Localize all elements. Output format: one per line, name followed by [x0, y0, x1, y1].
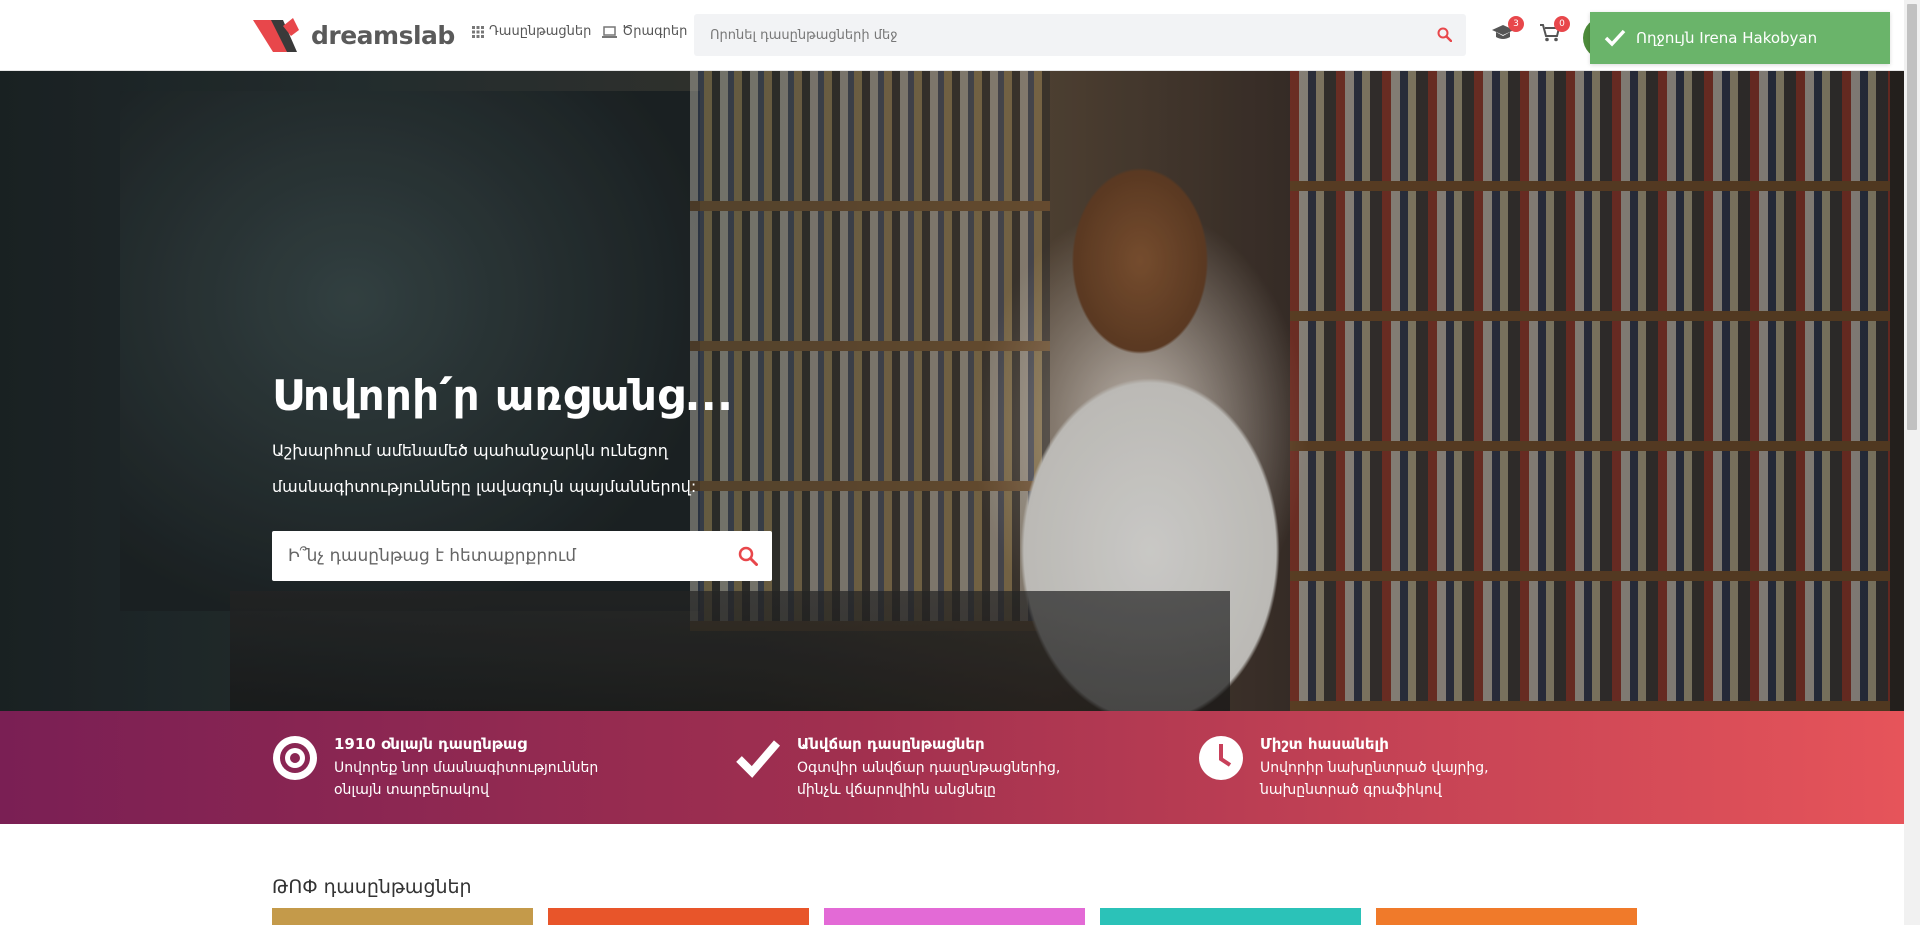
page-scrollbar[interactable] [1904, 0, 1920, 925]
logo-text: dreamslab [311, 20, 455, 50]
features-band: 1910 օնլայն դասընթաց Սովորեք նոր մասնագի… [0, 711, 1904, 824]
nav-programs[interactable]: Ծրագրեր [602, 24, 687, 39]
course-card[interactable] [824, 908, 1085, 925]
feature-title: 1910 օնլայն դասընթաց [334, 735, 527, 753]
my-courses-button[interactable]: 3 [1492, 16, 1524, 46]
my-courses-badge: 3 [1508, 16, 1524, 32]
laptop-icon [602, 25, 617, 38]
nav-programs-label: Ծրագրեր [622, 24, 688, 39]
feature-description: Սովորիր նախընտրած վայրից, նախընտրած գրաֆ… [1260, 760, 1489, 798]
course-card[interactable] [548, 908, 809, 925]
feature-description: Օգտվիր անվճար դասընթացներից, մինչև վճարո… [797, 760, 1061, 798]
checkmark-icon [736, 740, 781, 778]
grid-icon [472, 25, 484, 38]
course-card[interactable] [1100, 908, 1361, 925]
hero-section: Սովորի՛ր առցանց... Աշխարհում ամենամեծ պա… [0, 71, 1904, 711]
clock-icon [1199, 736, 1243, 780]
logo-mark-icon [253, 18, 299, 52]
hero-search-button[interactable] [738, 546, 758, 570]
feature-always-available: Միշտ հասանելի Սովորիր նախընտրած վայրից, … [1198, 735, 1560, 801]
top-courses-title: ԹՈՓ դասընթացներ [272, 876, 472, 898]
feature-title: Միշտ հասանելի [1260, 735, 1389, 753]
feature-online-courses: 1910 օնլայն դասընթաց Սովորեք նոր մասնագի… [272, 735, 634, 801]
hero-search-input[interactable] [272, 531, 712, 581]
search-icon [1437, 27, 1453, 43]
feature-description: Սովորեք նոր մասնագիտություններ օնլայն տա… [334, 760, 599, 798]
hero-title: Սովորի՛ր առցանց... [272, 371, 734, 420]
nav-courses-label: Դասընթացներ [489, 24, 592, 39]
hero-subtitle: Աշխարհում ամենամեծ պահանջարկն ունեցող մա… [272, 441, 697, 496]
feature-free-courses: Անվճար դասընթացներ Օգտվիր անվճար դասընթա… [735, 735, 1097, 801]
nav-courses[interactable]: Դասընթացներ [472, 24, 591, 39]
cart-badge: 0 [1554, 16, 1570, 32]
dreamslab-logo[interactable]: dreamslab [253, 15, 455, 55]
welcome-toast[interactable]: Ողջույն Irena Hakobyan [1590, 12, 1890, 64]
top-courses-list [272, 908, 1637, 925]
header-search [694, 14, 1466, 56]
scrollbar-thumb[interactable] [1907, 4, 1917, 430]
course-card[interactable] [272, 908, 533, 925]
checkmark-icon [1604, 29, 1626, 47]
cart-button[interactable]: 0 [1540, 16, 1570, 46]
header-search-input[interactable] [694, 14, 1394, 56]
toast-message: Ողջույն Irena Hakobyan [1636, 29, 1818, 47]
target-icon [273, 736, 317, 780]
header-search-button[interactable] [1437, 27, 1453, 46]
search-icon [738, 546, 758, 566]
feature-title: Անվճար դասընթացներ [797, 735, 985, 753]
course-card[interactable] [1376, 908, 1637, 925]
hero-search [272, 531, 772, 581]
